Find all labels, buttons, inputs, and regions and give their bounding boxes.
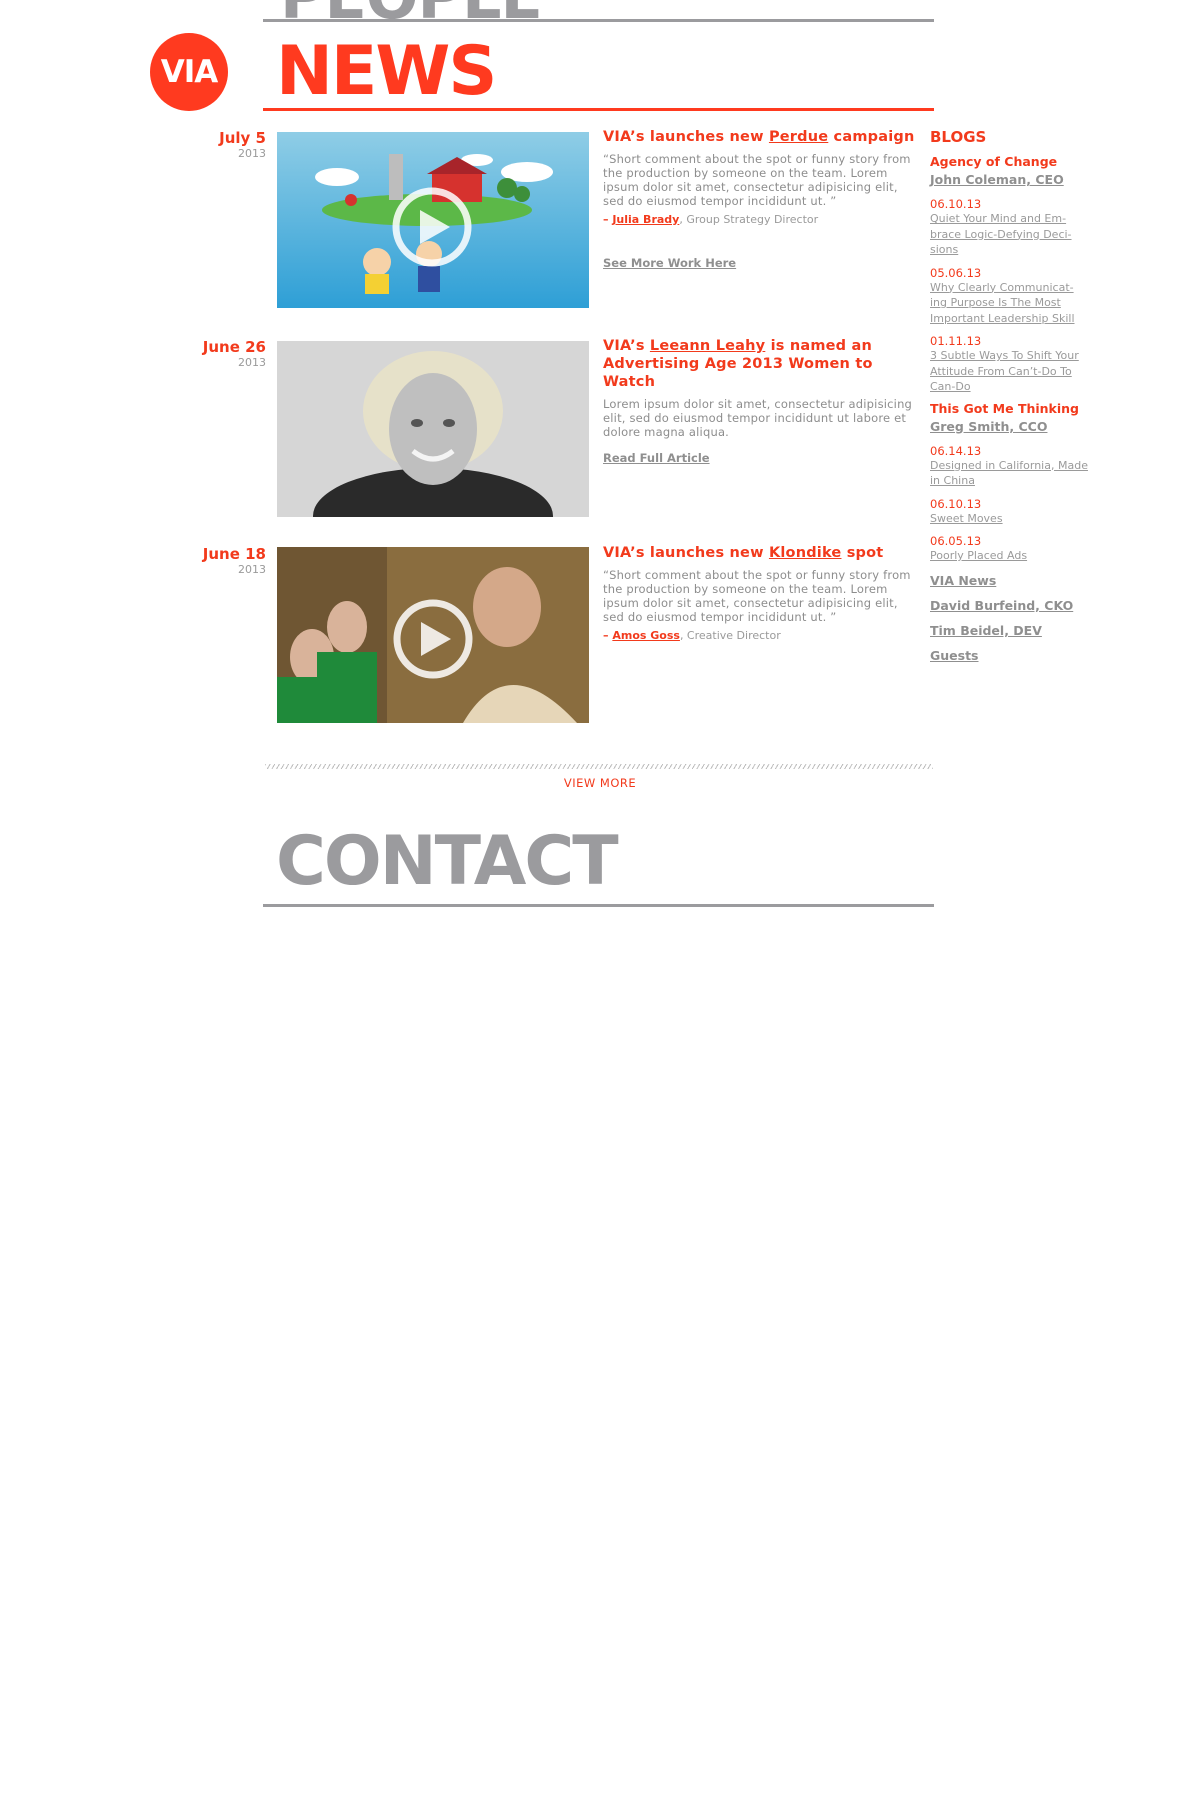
blog-post: 06.10.13 Sweet Moves [930, 497, 1090, 527]
blog-author-link[interactable]: Greg Smith, CCO [930, 419, 1047, 435]
blog-post: 05.06.13 Why Clearly Communicat- ing Pur… [930, 266, 1090, 327]
blog-post: 06.14.13 Designed in California, Made in… [930, 444, 1090, 489]
view-more-link[interactable]: VIEW MORE [0, 776, 1200, 790]
blog-post-link[interactable]: Designed in California, Made in China [930, 458, 1090, 489]
news-headline: VIA’s Leeann Leahy is named an Advertisi… [603, 337, 918, 391]
news-item: VIA’s Leeann Leahy is named an Advertisi… [603, 337, 918, 466]
news-video-thumbnail[interactable] [277, 132, 589, 308]
section-title-news: NEWS [276, 32, 497, 111]
news-video-thumbnail[interactable] [277, 547, 589, 723]
headline-link[interactable]: Klondike [769, 545, 842, 561]
headline-text: VIA’s launches new [603, 129, 769, 145]
headline-text: VIA’s [603, 338, 650, 354]
news-date-day: July 5 [219, 129, 266, 147]
blog-post-link[interactable]: Quiet Your Mind and Em- brace Logic-Defy… [930, 211, 1090, 258]
headline-link[interactable]: Perdue [769, 129, 828, 145]
news-headline: VIA’s launches new Klondike spot [603, 544, 918, 562]
news-attribution: – Amos Goss, Creative Director [603, 629, 918, 642]
news-attribution: – Julia Brady, Group Strategy Director [603, 213, 918, 226]
blog-post-date: 06.10.13 [930, 197, 982, 211]
sidebar-link-david-burfeind[interactable]: David Burfeind, CKO [930, 598, 1073, 614]
blog-post-link[interactable]: Why Clearly Communicat- ing Purpose Is T… [930, 280, 1090, 327]
blog-title: Agency of Change [930, 154, 1058, 169]
sidebar-link-via-news[interactable]: VIA News [930, 573, 996, 589]
klondike-scene-image [277, 547, 589, 723]
blog-post-link[interactable]: Sweet Moves [930, 511, 1090, 527]
read-full-article-link[interactable]: Read Full Article [603, 451, 710, 465]
blogs-sidebar: BLOGS Agency of Change John Coleman, CEO… [930, 128, 1090, 664]
blog-post-date: 05.06.13 [930, 265, 982, 280]
attribution-role: , Group Strategy Director [679, 213, 819, 226]
section-title-people: PEOPLE [280, 0, 543, 28]
news-item: VIA’s launches new Klondike spot “Short … [603, 544, 918, 642]
news-quote: “Short comment about the spot or funny s… [603, 568, 911, 624]
news-body: Lorem ipsum dolor sit amet, consectetur … [603, 397, 913, 439]
blog-post-date: 06.14.13 [930, 443, 982, 458]
blog-post: 01.11.13 3 Subtle Ways To Shift Your Att… [930, 334, 1090, 395]
hatched-divider [265, 764, 933, 769]
news-date: June 26 2013 [146, 338, 266, 370]
section-divider [263, 19, 934, 22]
news-date-day: June 26 [202, 338, 266, 356]
news-item: VIA’s launches new Perdue campaign “Shor… [603, 128, 918, 271]
attribution-dash: – [603, 629, 613, 642]
blog-post: 06.05.13 Poorly Placed Ads [930, 534, 1090, 564]
headline-text: spot [841, 545, 884, 561]
blogs-heading: BLOGS [930, 128, 987, 146]
blog-post-date: 01.11.13 [930, 334, 982, 348]
news-quote: “Short comment about the spot or funny s… [603, 152, 911, 208]
headline-text: campaign [828, 129, 915, 145]
section-title-contact: CONTACT [276, 822, 619, 901]
blog-post-date: 06.05.13 [930, 534, 982, 548]
contact-divider [263, 904, 934, 907]
animated-farm-image [277, 132, 589, 308]
news-date-year: 2013 [238, 147, 266, 160]
blog-post-date: 06.10.13 [930, 496, 982, 511]
via-logo[interactable]: VIA [150, 33, 228, 111]
sidebar-link-guests[interactable]: Guests [930, 648, 979, 664]
headline-link[interactable]: Leeann Leahy [650, 338, 765, 354]
sidebar-link-tim-beidel[interactable]: Tim Beidel, DEV [930, 623, 1042, 639]
blog-author-link[interactable]: John Coleman, CEO [930, 172, 1064, 188]
blog-post-link[interactable]: 3 Subtle Ways To Shift Your Attitude Fro… [930, 348, 1090, 395]
blog-post-link[interactable]: Poorly Placed Ads [930, 548, 1090, 564]
news-date-day: June 18 [202, 545, 266, 563]
news-photo-thumbnail[interactable] [277, 341, 589, 517]
news-divider [263, 108, 934, 111]
blog-title: This Got Me Thinking [930, 400, 1079, 416]
headline-text: VIA’s launches new [603, 545, 769, 561]
blog-post: 06.10.13 Quiet Your Mind and Em- brace L… [930, 197, 1090, 258]
attribution-name-link[interactable]: Julia Brady [612, 213, 679, 226]
attribution-role: , Creative Director [679, 629, 781, 642]
attribution-dash: – [603, 213, 613, 226]
news-date-year: 2013 [238, 356, 266, 369]
see-more-work-link[interactable]: See More Work Here [603, 256, 736, 270]
portrait-photo-image [277, 341, 589, 517]
news-headline: VIA’s launches new Perdue campaign [603, 128, 918, 146]
news-date: June 18 2013 [146, 545, 266, 577]
attribution-name-link[interactable]: Amos Goss [612, 629, 680, 642]
news-date: July 5 2013 [146, 129, 266, 161]
news-date-year: 2013 [238, 563, 266, 576]
